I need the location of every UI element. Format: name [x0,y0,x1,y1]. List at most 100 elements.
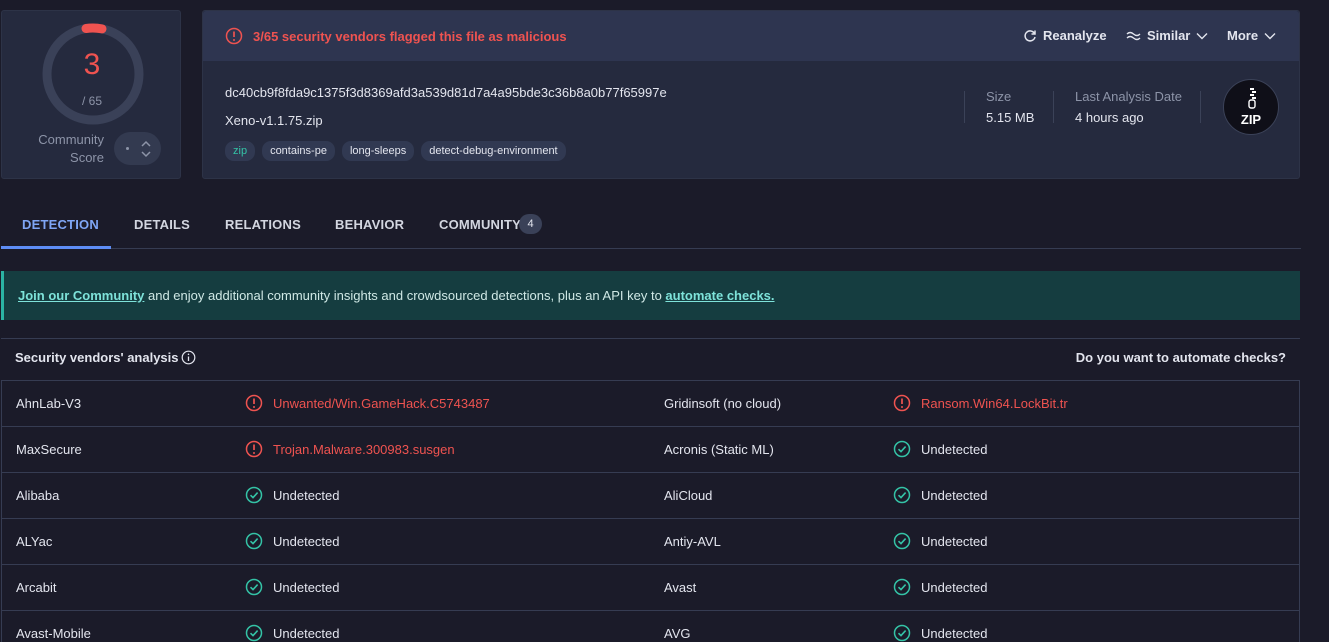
similar-button[interactable]: Similar [1126,28,1208,43]
chevron-down-icon [1196,32,1208,39]
vendor-result: Undetected [893,532,988,550]
alert-circle-icon [893,394,911,412]
similar-icon [1126,31,1141,40]
check-circle-icon [245,624,263,642]
vendor-name: Gridinsoft (no cloud) [664,396,782,411]
vendor-result-label: Undetected [921,441,988,457]
check-circle-icon [893,486,911,504]
vendor-result-label: Undetected [921,487,988,503]
check-circle-icon [893,440,911,458]
chevron-down-icon [1264,32,1276,39]
file-type-badge: ZIP [1223,79,1279,135]
vendor-result: Undetected [893,578,988,596]
tab-behavior[interactable]: BEHAVIOR [335,217,404,232]
check-circle-icon [245,578,263,596]
vendor-name: Arcabit [16,580,57,595]
vendor-result-label: Undetected [273,625,340,641]
check-circle-icon [245,486,263,504]
last-analysis-label: Last Analysis Date [1075,89,1182,104]
vendor-name: Avast-Mobile [16,626,91,641]
vendor-result: Undetected [245,578,340,596]
last-analysis-value: 4 hours ago [1075,110,1144,125]
alert-circle-icon [245,440,263,458]
tab-community[interactable]: COMMUNITY [439,217,521,232]
report-tabs: DETECTION DETAILS RELATIONS BEHAVIOR COM… [1,200,1301,249]
tag-contains-pe[interactable]: contains-pe [262,141,335,161]
file-tags: zip contains-pe long-sleeps detect-debug… [225,141,566,161]
table-row: MaxSecure Trojan.Malware.300983.susgen Acr… [2,427,1299,473]
alert-circle-icon [245,394,263,412]
zipper-icon [1248,88,1256,109]
active-tab-indicator [1,246,111,249]
tab-details[interactable]: DETAILS [134,217,190,232]
table-row: AhnLab-V3 Unwanted/Win.GameHack.C5743487 G… [2,381,1299,427]
community-banner: Join our Community and enjoy additional … [1,271,1300,320]
vendor-result: Undetected [245,532,340,550]
vendor-name: AVG [664,626,691,641]
join-community-link[interactable]: Join our Community [18,288,144,303]
vendor-name: Acronis (Static ML) [664,442,774,457]
tag-long-sleeps[interactable]: long-sleeps [341,141,415,161]
detection-total: / 65 [81,94,102,108]
table-row: Arcabit Undetected Avast Undetected [2,565,1299,611]
vendor-result-label: Ransom.Win64.LockBit.tr [921,395,1068,411]
community-count-badge: 4 [519,214,542,234]
check-circle-icon [893,624,911,642]
dot-icon [126,147,129,150]
vendor-name: ALYac [16,534,53,549]
vendor-result-label: Undetected [273,533,340,549]
file-header: 3/65 security vendors flagged this file … [203,11,1299,61]
vendor-name: AhnLab-V3 [16,396,82,411]
file-info-card: 3/65 security vendors flagged this file … [202,10,1300,179]
divider [1053,91,1054,123]
vendor-result[interactable]: Ransom.Win64.LockBit.tr [893,394,1068,412]
file-hash[interactable]: dc40cb9f8fda9c1375f3d8369afd3a539d81d7a4… [225,85,667,100]
vendor-name: MaxSecure [16,442,82,457]
vendor-name: Antiy-AVL [664,534,721,549]
vendor-result-label: Undetected [921,625,988,641]
check-circle-icon [245,532,263,550]
vendor-result-label: Undetected [921,533,988,549]
alert-circle-icon [225,27,243,45]
vendor-result: Undetected [245,486,340,504]
size-value: 5.15 MB [986,110,1035,125]
detection-count: 3 [83,48,101,81]
more-button[interactable]: More [1227,28,1276,43]
tag-zip[interactable]: zip [225,141,256,161]
vendor-result: Undetected [245,624,340,642]
vendor-name: Avast [664,580,697,595]
vendor-result: Undetected [893,440,988,458]
table-row: ALYac Undetected Antiy-AVL Undetected [2,519,1299,565]
vendor-result-label: Undetected [273,579,340,595]
reanalyze-button[interactable]: Reanalyze [1023,28,1107,43]
tab-detection[interactable]: DETECTION [22,217,99,232]
automate-checks-link[interactable]: automate checks. [665,288,774,303]
vendor-result-label: Unwanted/Win.GameHack.C5743487 [273,395,490,411]
vendors-analysis-title: Security vendors' analysis [15,350,179,365]
size-label: Size [986,89,1012,104]
automate-checks-prompt[interactable]: Do you want to automate checks? [1076,350,1286,365]
up-down-arrows-icon[interactable] [140,139,152,159]
vendor-result: Undetected [893,486,988,504]
check-circle-icon [893,532,911,550]
tag-detect-debug-environment[interactable]: detect-debug-environment [421,141,566,161]
table-row: Alibaba Undetected AliCloud Undetected [2,473,1299,519]
vendor-result[interactable]: Trojan.Malware.300983.susgen [245,440,455,458]
vendor-result[interactable]: Unwanted/Win.GameHack.C5743487 [245,394,490,412]
community-score-label: Community Score [38,132,104,165]
banner-text: and enjoy additional community insights … [144,288,666,303]
vendor-result: Undetected [893,624,988,642]
community-score-card: 3 / 65 Community Score [1,10,181,179]
vendor-name: AliCloud [664,488,713,503]
tab-relations[interactable]: RELATIONS [225,217,301,232]
vendors-header: Security vendors' analysis Do you want t… [1,338,1300,380]
vendor-result-label: Trojan.Malware.300983.susgen [273,441,455,457]
community-score-vote[interactable] [114,132,161,165]
divider [964,91,965,123]
refresh-icon [1024,29,1036,42]
info-icon[interactable] [181,350,196,365]
table-row: Avast-Mobile Undetected AVG Undetected [2,611,1299,642]
vendors-table: AhnLab-V3 Unwanted/Win.GameHack.C5743487 G… [1,380,1300,642]
file-name: Xeno-v1.1.75.zip [225,113,323,128]
vendor-result-label: Undetected [921,579,988,595]
